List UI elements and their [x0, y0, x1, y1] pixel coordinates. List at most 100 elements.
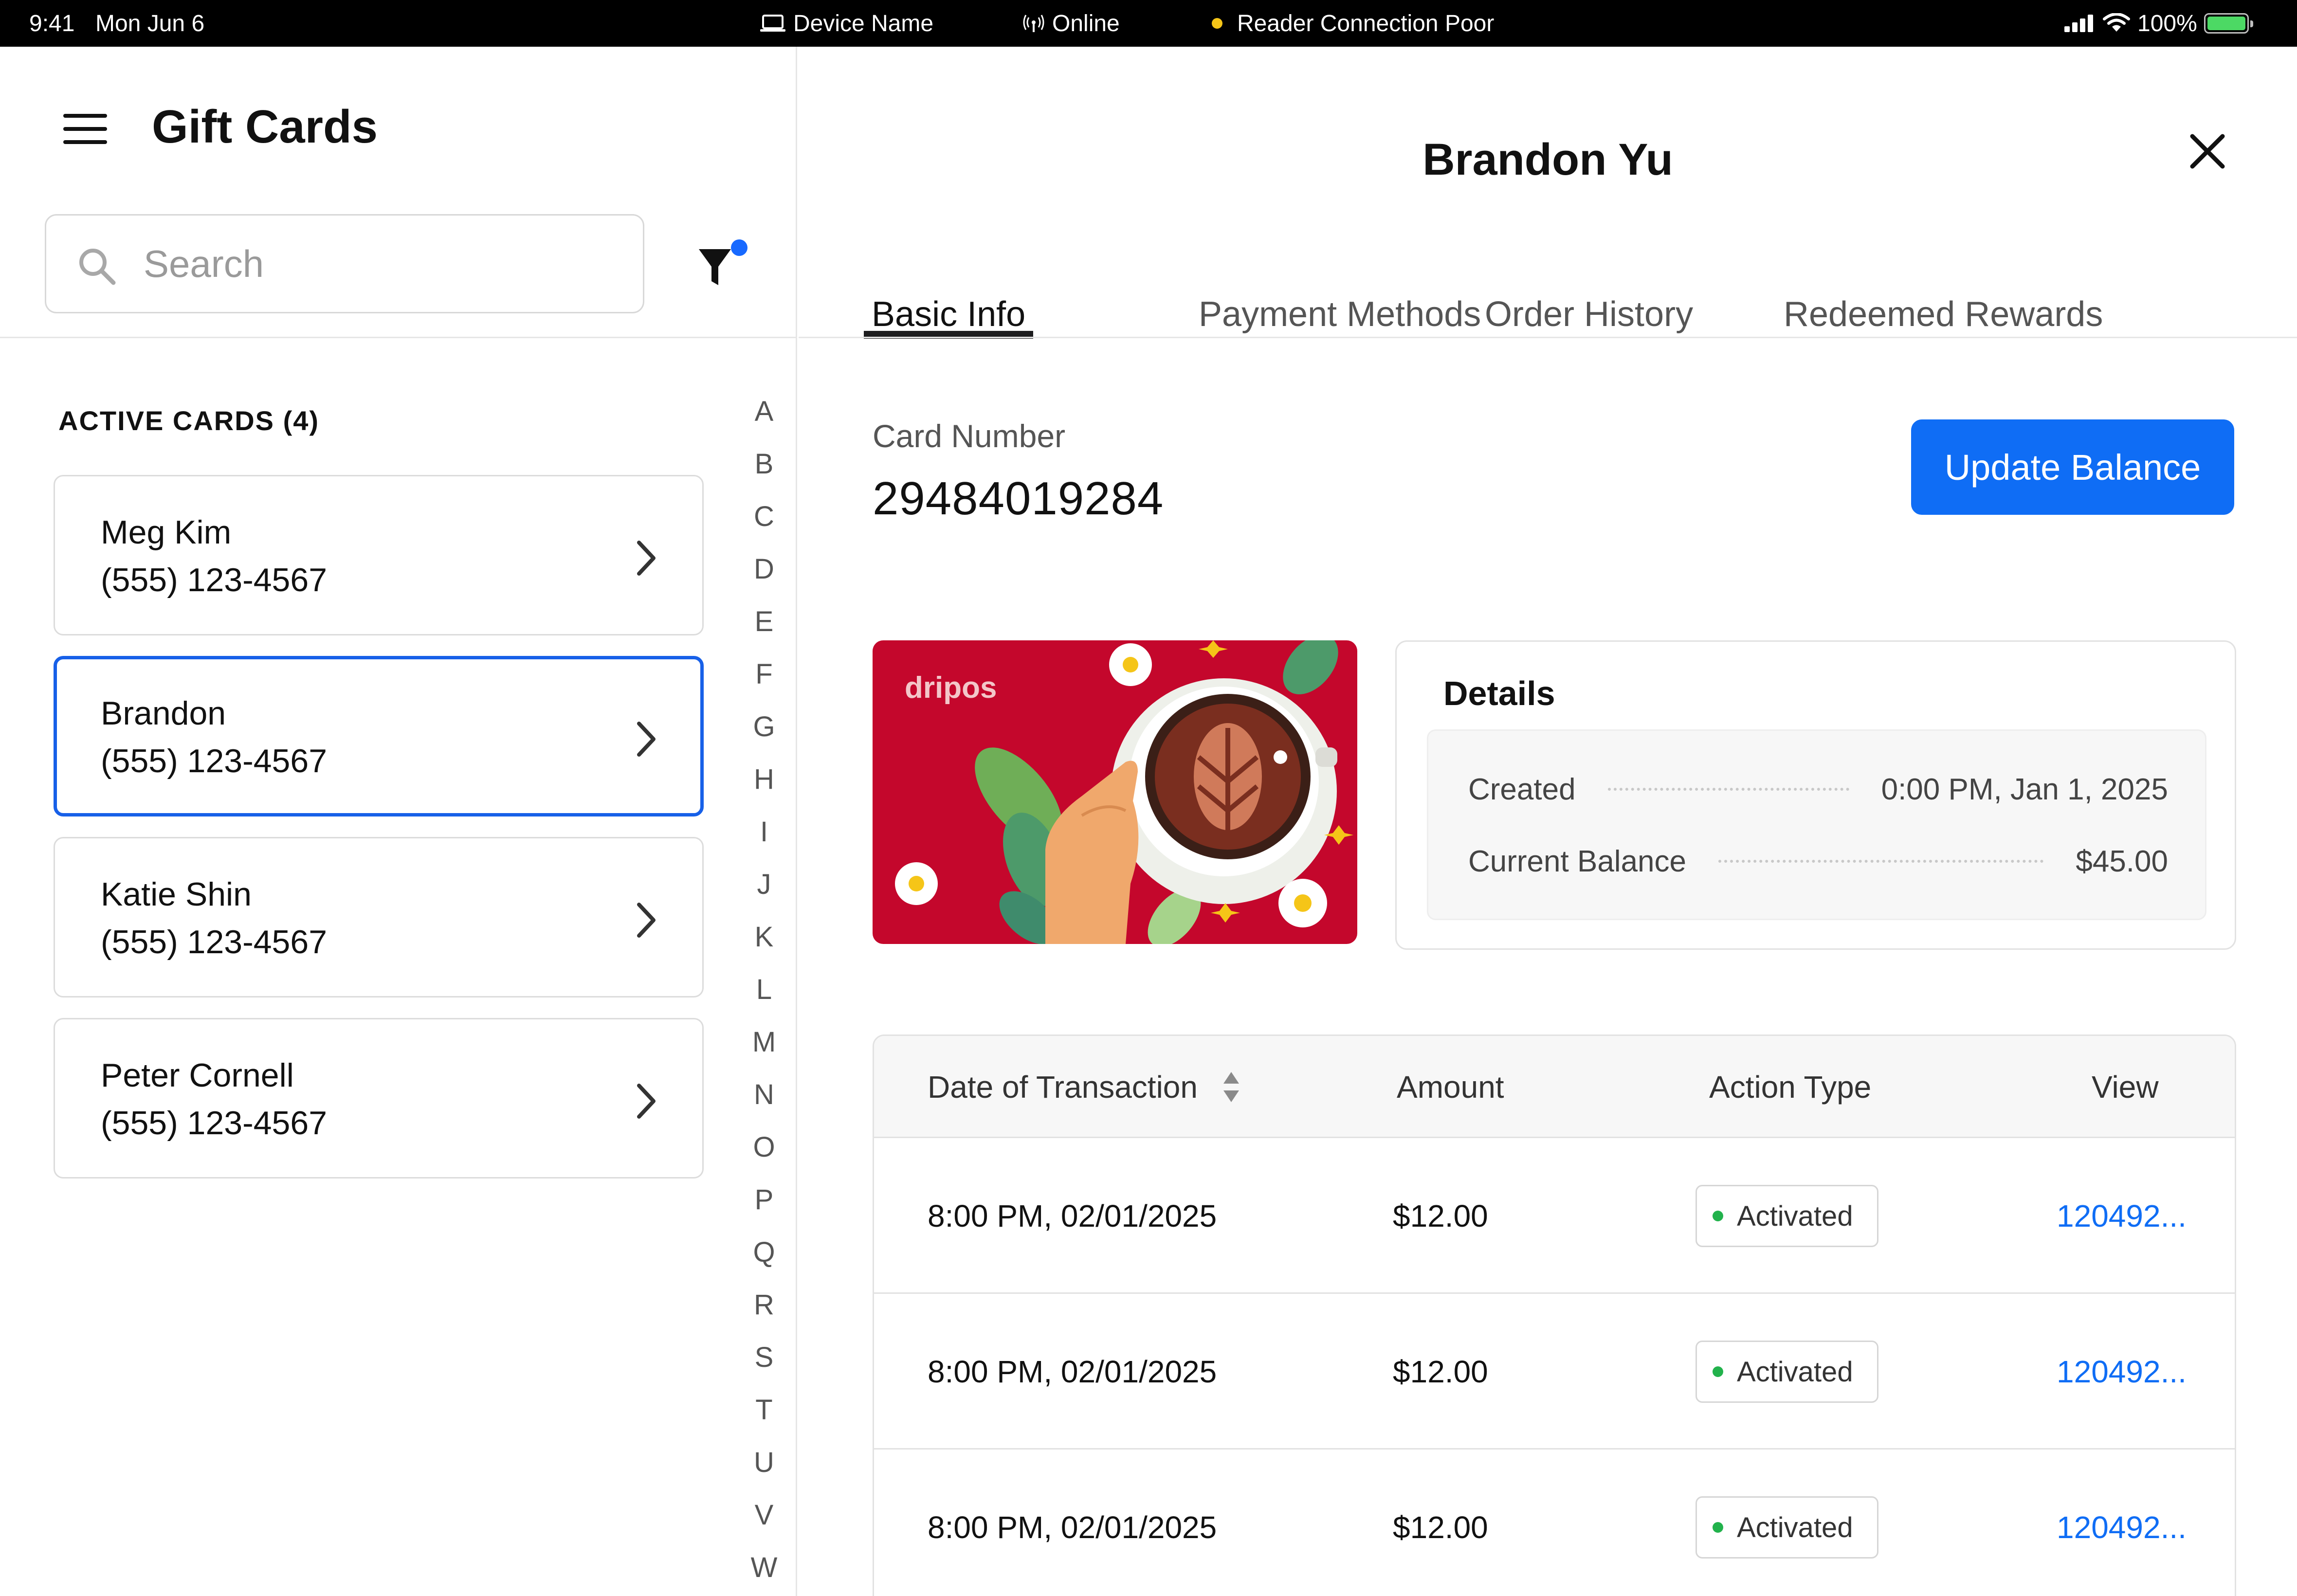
alphabet-letter[interactable]: V [735, 1489, 793, 1542]
gift-card-brand: dripos [905, 671, 997, 705]
alphabet-letter[interactable]: E [735, 596, 793, 648]
detail-row-created: Created 0:00 PM, Jan 1, 2025 [1468, 770, 2168, 809]
close-icon [2190, 134, 2225, 169]
transaction-amount: $12.00 [1393, 1198, 1488, 1233]
status-time: 9:41 [29, 10, 75, 36]
alphabet-letter[interactable]: H [735, 753, 793, 806]
chevron [634, 539, 658, 580]
chevron-right-icon [637, 722, 656, 757]
alphabet-letter[interactable]: G [735, 701, 793, 753]
list-item[interactable]: Brandon (555) 123-4567 [54, 656, 704, 816]
status-right: 100% [2063, 0, 2253, 47]
status-badge: Activated [1695, 1341, 1878, 1403]
chevron [634, 720, 658, 761]
alphabet-letter[interactable]: P [735, 1174, 793, 1226]
alphabet-letter[interactable]: B [735, 438, 793, 490]
tab-label: Basic Info [872, 295, 1026, 334]
chevron-right-icon [637, 541, 656, 576]
table-row: 8:00 PM, 02/01/2025 $12.00 Activated 120492… [874, 1294, 2235, 1450]
customer-phone: (555) 123-4567 [101, 562, 328, 598]
close-button[interactable] [2186, 129, 2229, 173]
alphabet-letter[interactable]: T [735, 1384, 793, 1436]
status-badge-label: Activated [1737, 1200, 1853, 1232]
filter-active-dot [731, 239, 747, 256]
customer-name: Brandon [101, 695, 226, 732]
battery-icon [2204, 13, 2253, 34]
divider [0, 337, 797, 338]
column-header-action: Action Type [1709, 1070, 1872, 1105]
filter-button[interactable] [696, 239, 749, 293]
status-badge-label: Activated [1737, 1511, 1853, 1543]
table-header: Date of Transaction Amount Action Type V… [874, 1036, 2235, 1138]
alphabet-letter[interactable]: L [735, 963, 793, 1016]
alphabet-letter[interactable]: M [735, 1016, 793, 1069]
list-item[interactable]: Meg Kim (555) 123-4567 [54, 475, 704, 635]
tab-label: Redeemed Rewards [1784, 295, 2103, 334]
search-input[interactable] [144, 241, 582, 286]
details-title: Details [1443, 674, 1555, 712]
column-header-view: View [2092, 1070, 2159, 1105]
alphabet-letter[interactable]: W [735, 1542, 793, 1594]
view-transaction-link[interactable]: 120492... [2057, 1138, 2187, 1294]
created-label: Created [1468, 772, 1576, 806]
status-badge-label: Activated [1737, 1356, 1853, 1388]
search-field[interactable] [45, 214, 644, 313]
view-transaction-link[interactable]: 120492... [2057, 1450, 2187, 1596]
alphabet-letter[interactable]: J [735, 858, 793, 911]
transaction-amount: $12.00 [1393, 1510, 1488, 1545]
tab-basic-info[interactable]: Basic Info [864, 251, 1034, 339]
created-value: 0:00 PM, Jan 1, 2025 [1881, 772, 2168, 806]
status-date: Mon Jun 6 [95, 10, 205, 36]
view-transaction-link[interactable]: 120492... [2057, 1294, 2187, 1450]
chevron [634, 1082, 658, 1123]
detail-row-balance: Current Balance $45.00 [1468, 842, 2168, 881]
alphabet-letter[interactable]: K [735, 911, 793, 963]
divider [799, 337, 2297, 338]
status-dot [1713, 1522, 1723, 1533]
alphabet-letter[interactable]: Q [735, 1226, 793, 1279]
list-item[interactable]: Katie Shin (555) 123-4567 [54, 837, 704, 998]
details-card: Details Created 0:00 PM, Jan 1, 2025 Cur… [1395, 640, 2236, 950]
tab-order-history[interactable]: Order History [1477, 251, 1701, 339]
reader-status-dot [1212, 18, 1222, 29]
alphabet-letter[interactable]: N [735, 1069, 793, 1121]
search-icon [79, 249, 116, 285]
alphabet-letter[interactable]: S [735, 1331, 793, 1384]
alphabet-letter[interactable]: F [735, 648, 793, 701]
alphabet-letter[interactable]: I [735, 806, 793, 858]
alphabet-index: ABCDEFGHIJKLMNOPQRSTUVW [735, 385, 793, 1594]
page-title: Gift Cards [152, 101, 378, 153]
status-online-label: Online [1052, 10, 1120, 36]
alphabet-letter[interactable]: D [735, 543, 793, 596]
status-dot [1713, 1211, 1723, 1221]
alphabet-letter[interactable]: U [735, 1436, 793, 1489]
card-number-label: Card Number [873, 418, 1066, 454]
gift-cards-panel: Gift Cards ACTIVE CARDS (4) Meg Kim (555)… [0, 47, 797, 1596]
column-header-date[interactable]: Date of Transaction [928, 1036, 1198, 1138]
customer-phone: (555) 123-4567 [101, 924, 328, 961]
alphabet-letter[interactable]: O [735, 1121, 793, 1174]
tab-payment-methods[interactable]: Payment Methods [1191, 251, 1489, 339]
status-reader-label: Reader Connection Poor [1237, 10, 1495, 36]
column-header-amount: Amount [1397, 1070, 1504, 1105]
alphabet-letter[interactable]: A [735, 385, 793, 438]
alphabet-letter[interactable]: C [735, 490, 793, 543]
list-item[interactable]: Peter Cornell (555) 123-4567 [54, 1018, 704, 1179]
status-reader: Reader Connection Poor [1212, 0, 1494, 47]
sort-icon[interactable] [1221, 1071, 1241, 1103]
table-row: 8:00 PM, 02/01/2025 $12.00 Activated 120492… [874, 1138, 2235, 1294]
status-device: Device Name [759, 0, 933, 47]
broadcast-icon [1023, 15, 1044, 32]
alphabet-letter[interactable]: R [735, 1279, 793, 1331]
transaction-date: 8:00 PM, 02/01/2025 [928, 1510, 1217, 1545]
card-detail-panel: Brandon Yu Basic Info Payment Methods Or… [799, 47, 2297, 1596]
device-icon [760, 15, 785, 32]
customer-name: Meg Kim [101, 514, 232, 551]
battery-percent: 100% [2137, 10, 2197, 36]
update-balance-button[interactable]: Update Balance [1911, 419, 2234, 515]
status-badge: Activated [1695, 1185, 1878, 1247]
tab-label: Payment Methods [1199, 295, 1481, 334]
transaction-date: 8:00 PM, 02/01/2025 [928, 1198, 1217, 1233]
tab-redeemed-rewards[interactable]: Redeemed Rewards [1776, 251, 2111, 339]
hamburger-menu-icon[interactable] [63, 114, 107, 144]
